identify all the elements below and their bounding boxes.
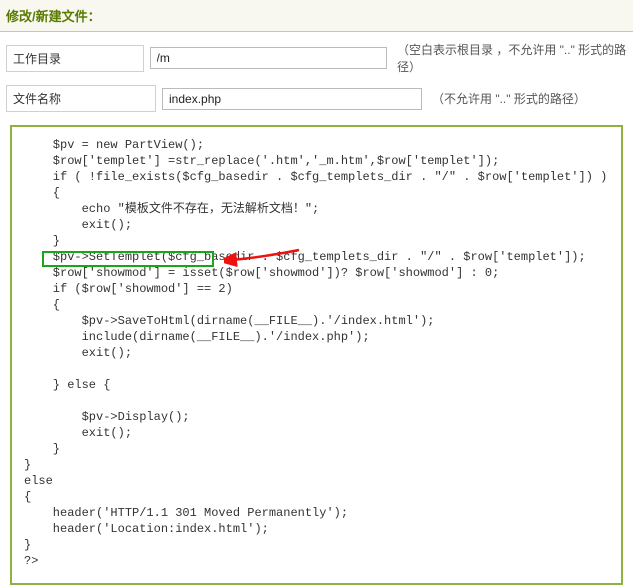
filename-label: 文件名称: [6, 85, 156, 112]
workdir-hint: （空白表示根目录 ，不允许用 ".." 形式的路径）: [397, 41, 627, 75]
workdir-label: 工作目录: [6, 45, 144, 72]
form-area: 工作目录 （空白表示根目录 ，不允许用 ".." 形式的路径） 文件名称 （不允…: [0, 32, 633, 117]
code-editor-panel[interactable]: $pv = new PartView(); $row['templet'] =s…: [10, 125, 623, 585]
code-content[interactable]: $pv = new PartView(); $row['templet'] =s…: [24, 137, 609, 569]
panel-title: 修改/新建文件：: [0, 0, 633, 32]
filename-hint: （不允许用 ".." 形式的路径）: [432, 90, 586, 107]
row-workdir: 工作目录 （空白表示根目录 ，不允许用 ".." 形式的路径）: [0, 36, 633, 80]
filename-input[interactable]: [162, 88, 422, 110]
row-filename: 文件名称 （不允许用 ".." 形式的路径）: [0, 80, 633, 117]
workdir-input[interactable]: [150, 47, 387, 69]
